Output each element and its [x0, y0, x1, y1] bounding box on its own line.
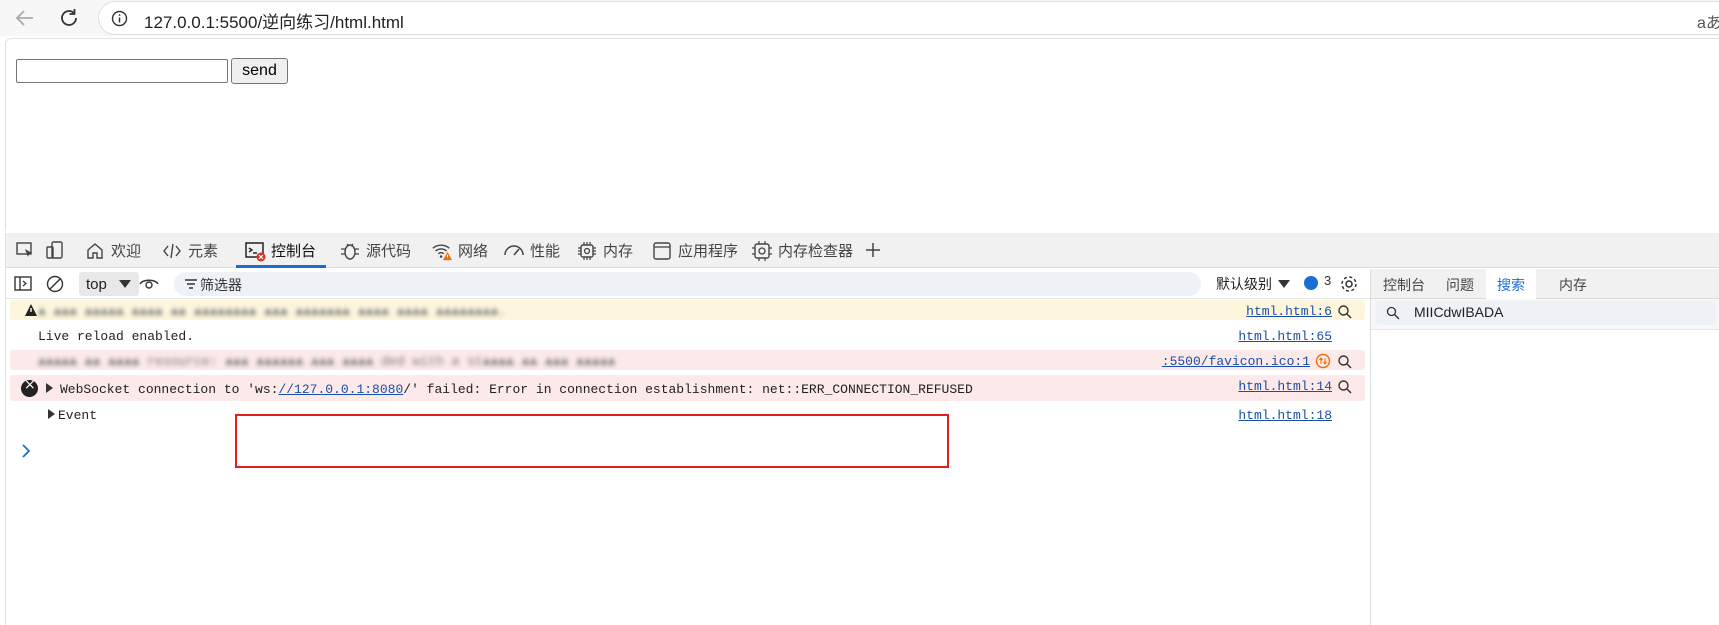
source-link[interactable]: html.html:65 — [1238, 329, 1332, 344]
console-message: ▲▲▲▲▲ ▲▲ ▲▲▲▲ resource: ▲▲▲ ▲▲▲▲▲▲ ▲▲▲ ▲… — [38, 354, 616, 369]
send-button[interactable]: send — [231, 58, 288, 84]
message-suffix: /' failed: Error in connection establish… — [403, 382, 973, 397]
message-bubble-icon[interactable] — [1304, 276, 1318, 290]
reader-mode-button[interactable]: aあ — [1697, 9, 1719, 33]
side-search-input[interactable]: MIICdwIBADA — [1376, 301, 1716, 325]
tab-memory-inspector[interactable]: 内存检查器 — [751, 233, 853, 268]
reload-icon — [61, 9, 77, 26]
side-tab-console[interactable]: 控制台 — [1383, 275, 1425, 295]
expand-triangle-icon[interactable] — [48, 409, 55, 419]
url-text[interactable]: 127.0.0.1:5500/逆向练习/html.html — [144, 8, 404, 33]
console-error-row-websocket[interactable]: × WebSocket connection to 'ws://127.0.0.… — [10, 375, 1365, 401]
side-tab-strip: 控制台 问题 搜索 内存 — [1371, 269, 1719, 299]
tab-console[interactable]: 控制台 — [235, 233, 327, 268]
tab-performance[interactable]: 性能 — [503, 233, 560, 268]
source-link[interactable]: :5500/favicon.ico:1 — [1162, 354, 1310, 369]
expand-triangle-icon[interactable] — [46, 383, 53, 393]
console-message: Live reload enabled. — [38, 329, 195, 344]
console-warning-row[interactable]: ▲ ▲▲▲ ▲▲▲▲▲ ▲▲▲▲ ▲▲ ▲▲▲▲▲▲▲▲ ▲▲▲ ▲▲▲▲▲▲▲… — [10, 300, 1365, 320]
search-icon[interactable] — [1337, 379, 1353, 395]
page-viewport: send — [5, 38, 1719, 231]
sidebar-toggle-icon[interactable] — [12, 273, 34, 295]
device-emulation-icon[interactable] — [44, 239, 66, 261]
console-message: Event — [58, 408, 98, 423]
search-icon[interactable] — [1337, 354, 1353, 370]
gauge-icon — [503, 240, 525, 262]
search-icon — [1386, 306, 1400, 320]
tab-network[interactable]: 网络 — [431, 233, 488, 268]
tab-label: 内存检查器 — [778, 243, 854, 260]
add-tab-icon[interactable] — [862, 239, 884, 261]
memory-inspector-icon — [751, 240, 773, 262]
console-info-row[interactable]: Live reload enabled. html.html:65 — [10, 325, 1365, 345]
filter-icon — [185, 279, 197, 289]
chip-icon — [576, 240, 598, 262]
tab-label: 欢迎 — [111, 243, 142, 260]
side-tab-search[interactable]: 搜索 — [1497, 275, 1525, 295]
chevron-down-icon — [119, 280, 131, 288]
back-arrow-icon — [15, 10, 33, 26]
bug-icon — [339, 240, 361, 262]
reload-button[interactable] — [55, 4, 83, 32]
console-toolbar: top 筛选器 默认级别 3 — [6, 269, 1501, 299]
browser-toolbar: 127.0.0.1:5500/逆向练习/html.html aあ — [0, 0, 1719, 36]
tab-label: 控制台 — [271, 243, 317, 260]
network-request-icon[interactable] — [1315, 353, 1331, 369]
home-icon — [84, 240, 106, 262]
console-filter-input[interactable]: 筛选器 — [174, 272, 1201, 296]
tab-application[interactable]: 应用程序 — [651, 233, 738, 268]
wifi-icon — [431, 240, 453, 262]
source-link[interactable]: html.html:18 — [1238, 408, 1332, 423]
message-count[interactable]: 3 — [1324, 273, 1331, 288]
tab-label: 内存 — [603, 243, 634, 260]
address-bar[interactable]: 127.0.0.1:5500/逆向练习/html.html aあ — [98, 1, 1719, 35]
highlight-annotation-box — [235, 414, 949, 468]
drawer-side-panel: 控制台 问题 搜索 内存 MIICdwIBADA — [1370, 269, 1719, 625]
console-settings-gear-icon[interactable] — [1338, 273, 1360, 295]
tab-label: 元素 — [188, 243, 219, 260]
site-info-icon[interactable] — [111, 10, 128, 27]
back-button[interactable] — [11, 4, 39, 32]
console-icon — [244, 240, 266, 262]
filter-placeholder: 筛选器 — [200, 277, 242, 293]
console-error-row[interactable]: ▲▲▲▲▲ ▲▲ ▲▲▲▲ resource: ▲▲▲ ▲▲▲▲▲▲ ▲▲▲ ▲… — [10, 350, 1365, 370]
console-message: WebSocket connection to 'ws://127.0.0.1:… — [60, 382, 973, 397]
tab-label: 网络 — [458, 243, 489, 260]
message-prefix: WebSocket connection to 'ws: — [60, 382, 279, 397]
tab-label: 性能 — [530, 243, 561, 260]
clear-console-icon[interactable] — [44, 273, 66, 295]
search-icon[interactable] — [1337, 304, 1353, 320]
context-selector[interactable]: top — [79, 272, 139, 296]
source-link[interactable]: html.html:14 — [1238, 379, 1332, 394]
message-input[interactable] — [16, 59, 228, 83]
error-icon: × — [21, 377, 38, 397]
window-icon — [651, 240, 673, 262]
context-label: top — [86, 275, 107, 293]
search-query: MIICdwIBADA — [1414, 304, 1504, 320]
websocket-url-link[interactable]: //127.0.0.1:8080 — [278, 382, 403, 397]
console-message: ▲ ▲▲▲ ▲▲▲▲▲ ▲▲▲▲ ▲▲ ▲▲▲▲▲▲▲▲ ▲▲▲ ▲▲▲▲▲▲▲… — [38, 304, 507, 319]
log-level-selector[interactable]: 默认级别 — [1216, 274, 1272, 294]
tab-sources[interactable]: 源代码 — [339, 233, 411, 268]
source-link[interactable]: html.html:6 — [1246, 304, 1332, 319]
devtools-tab-strip: 欢迎 元素 控制台 源代码 网络 性能 内存 应用程序 内存检查器 — [6, 233, 1719, 268]
level-chevron-down-icon[interactable] — [1278, 280, 1290, 288]
live-expression-eye-icon[interactable] — [138, 273, 160, 295]
tab-label: 应用程序 — [678, 243, 739, 260]
tab-label: 源代码 — [366, 243, 412, 260]
tab-welcome[interactable]: 欢迎 — [84, 233, 141, 268]
inspect-element-icon[interactable] — [14, 239, 36, 261]
tab-memory[interactable]: 内存 — [576, 233, 633, 268]
devtools-panel: 欢迎 元素 控制台 源代码 网络 性能 内存 应用程序 内存检查器 top 筛选… — [5, 233, 1719, 625]
console-prompt-chevron-icon[interactable] — [20, 443, 32, 459]
side-tab-memory[interactable]: 内存 — [1559, 275, 1587, 295]
side-tab-issues[interactable]: 问题 — [1446, 275, 1474, 295]
code-icon — [161, 240, 183, 262]
console-log: ▲ ▲▲▲ ▲▲▲▲▲ ▲▲▲▲ ▲▲ ▲▲▲▲▲▲▲▲ ▲▲▲ ▲▲▲▲▲▲▲… — [6, 300, 1370, 625]
warning-icon — [25, 304, 37, 316]
tab-elements[interactable]: 元素 — [161, 233, 218, 268]
search-results-area — [1371, 329, 1719, 625]
